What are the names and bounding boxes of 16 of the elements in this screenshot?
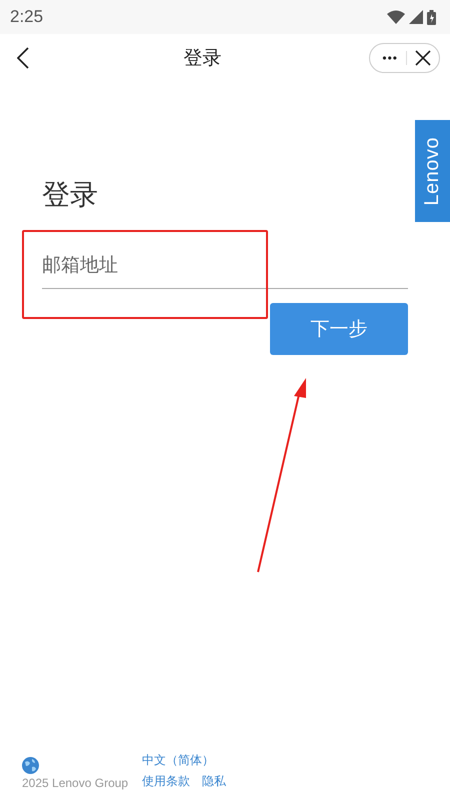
copyright-text: 2025 Lenovo Group <box>22 776 128 790</box>
globe-icon <box>22 757 39 774</box>
back-icon <box>17 47 29 69</box>
footer-link[interactable]: 使用条款 <box>142 773 190 790</box>
battery-icon <box>427 10 436 24</box>
wifi-icon <box>387 10 405 24</box>
signal-icon <box>409 10 423 24</box>
login-heading: 登录 <box>42 177 99 213</box>
close-icon <box>414 50 431 66</box>
more-button[interactable]: ••• <box>378 51 407 65</box>
status-time: 2:25 <box>10 7 44 27</box>
logo-text: Lenovo <box>421 136 444 206</box>
page-title: 登录 <box>184 46 222 71</box>
footer-link[interactable]: 隐私 <box>202 773 226 790</box>
next-button[interactable]: 下一步 <box>270 303 408 355</box>
language-link[interactable]: 中文（简体） <box>142 752 226 769</box>
